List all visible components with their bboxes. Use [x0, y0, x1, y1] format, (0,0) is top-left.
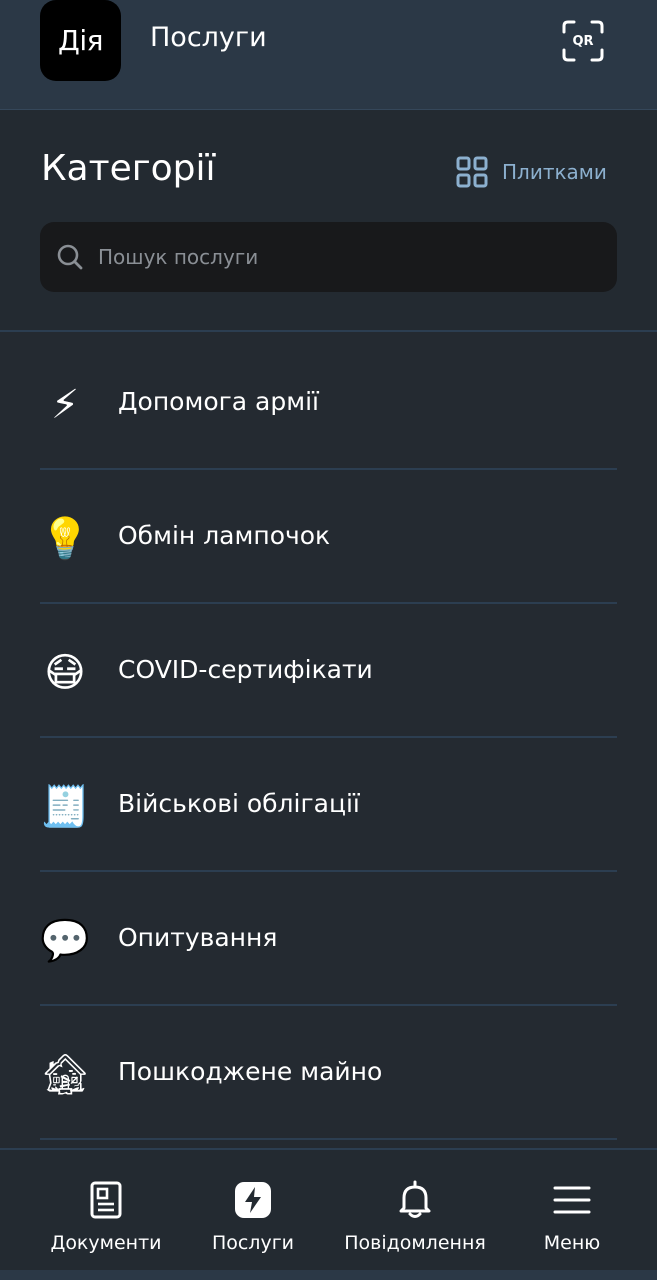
- list-item-label: Військові облігації: [118, 789, 360, 818]
- bottom-navigation: Документи Послуги Повідомлення Меню: [0, 1148, 657, 1280]
- home-indicator-bar: [0, 1270, 657, 1280]
- nav-notifications-label: Повідомлення: [344, 1232, 486, 1254]
- search-input[interactable]: [98, 237, 578, 277]
- list-item-label: Пошкоджене майно: [118, 1057, 383, 1086]
- list-item-label: Обмін лампочок: [118, 521, 331, 550]
- speech-bubble-icon: 💬: [40, 918, 90, 964]
- bell-icon: [399, 1180, 431, 1218]
- lightning-icon: ⚡: [50, 382, 80, 428]
- diia-logo[interactable]: Дія: [40, 0, 121, 81]
- tiles-view-toggle[interactable]: Плитками: [456, 154, 607, 190]
- list-item-bulb-exchange[interactable]: 💡 Обмін лампочок: [0, 470, 657, 604]
- list-item-surveys[interactable]: 💬 Опитування: [0, 872, 657, 1006]
- nav-menu[interactable]: Меню: [527, 1180, 617, 1254]
- categories-panel: Категорії Плитками: [0, 110, 657, 332]
- lightning-icon: [235, 1182, 271, 1218]
- qr-label: QR: [572, 33, 594, 49]
- list-item-army-help[interactable]: ⚡ Допомога армії: [0, 336, 657, 470]
- document-icon: [90, 1181, 122, 1219]
- page-title: Послуги: [150, 22, 267, 53]
- list-item-label: COVID-сертифікати: [118, 655, 373, 684]
- search-icon: [57, 244, 83, 270]
- nav-services[interactable]: Послуги: [203, 1180, 303, 1254]
- tiles-view-label: Плитками: [502, 160, 607, 184]
- light-bulb-icon: 💡: [40, 516, 90, 562]
- app-screen: Дія Послуги QR Категорії Плитками Пошук …: [0, 0, 657, 1280]
- list-item-label: Допомога армії: [118, 387, 319, 416]
- nav-notifications[interactable]: Повідомлення: [340, 1180, 490, 1254]
- nav-documents-label: Документи: [50, 1232, 162, 1254]
- search-box[interactable]: [40, 222, 617, 292]
- face-with-mask-icon: 😷: [44, 650, 86, 696]
- logo-text: Дія: [58, 24, 104, 57]
- list-item-label: Опитування: [118, 923, 278, 952]
- derelict-house-icon: 🏚: [40, 1052, 91, 1098]
- list-item-damaged-property[interactable]: 🏚 Пошкоджене майно: [0, 1006, 657, 1140]
- nav-services-label: Послуги: [211, 1232, 295, 1254]
- top-header: Дія Послуги QR: [0, 0, 657, 110]
- list-divider: [40, 1138, 617, 1140]
- list-item-military-bonds[interactable]: 🧾 Військові облігації: [0, 738, 657, 872]
- list-item-covid-certificates[interactable]: 😷 COVID-сертифікати: [0, 604, 657, 738]
- receipt-scroll-icon: 🧾: [40, 784, 90, 830]
- categories-title: Категорії: [41, 148, 216, 189]
- qr-scan-button[interactable]: QR: [562, 20, 604, 62]
- grid-icon: [456, 156, 488, 188]
- services-list: ⚡ Допомога армії 💡 Обмін лампочок 😷 COVI…: [0, 336, 657, 1140]
- nav-menu-label: Меню: [543, 1232, 601, 1254]
- nav-documents[interactable]: Документи: [46, 1180, 166, 1254]
- hamburger-menu-icon: [553, 1186, 591, 1214]
